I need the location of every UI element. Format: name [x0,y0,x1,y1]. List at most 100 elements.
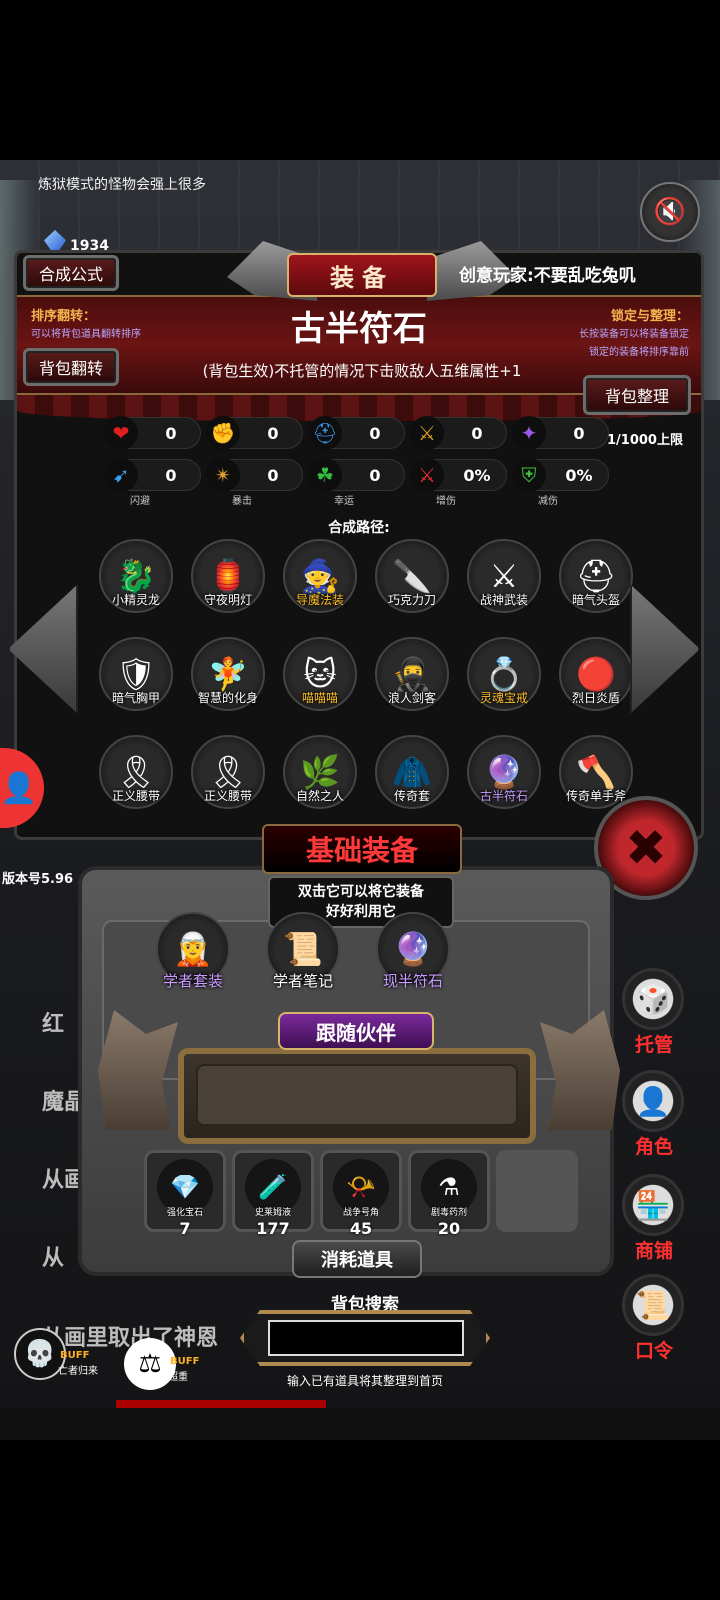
recipe-item-name: 巧克力刀 [387,593,436,607]
base-hint-line1: 双击它可以将它装备 [298,884,424,900]
side-menu-label: 口令 [634,1340,673,1362]
stat-value: 0 [267,466,279,485]
consumable-slot[interactable]: 💎 强化宝石 7 [144,1150,226,1238]
dodge-icon: ➹ [104,458,138,492]
crit-icon: ✴ [206,458,240,492]
buff-tag: BUFF [60,1350,90,1361]
recipe-item[interactable]: 🌿 自然之人 [277,735,363,821]
recipe-item[interactable]: 🔴 烈日炎盾 [553,637,639,723]
recipe-item[interactable]: ⚔ 战神武装 [461,539,547,625]
side-menu-label: 角色 [634,1136,673,1158]
consumable-count: 20 [437,1219,461,1238]
recipe-item-name: 小精灵龙 [111,593,160,607]
recipe-item[interactable]: 🧚 智慧的化身 [185,637,271,723]
consumable-slot[interactable] [496,1150,578,1232]
equipment-panel: 装备 创意玩家:不要乱吃兔叽 合成公式 排序翻转： 可以将背包道具翻转排序 背包… [14,241,704,840]
base-item-name: 学者笔记 [272,972,333,990]
recipe-item[interactable]: 💍 灵魂宝戒 [461,637,547,723]
recipe-item[interactable]: 🎗 正义腰带 [185,735,271,821]
version-label: 版本号5.96 [2,872,74,887]
consumable-count: 7 [179,1219,191,1238]
recipe-item[interactable]: 🏮 守夜明灯 [185,539,271,625]
side-menu-button[interactable]: 🎲 [622,968,684,1030]
recipe-path-label: 合成路径: [328,520,390,536]
stat-label: 幸运 [334,496,354,507]
synthesis-formula-button[interactable]: 合成公式 [23,255,119,291]
consumables-tab[interactable]: 消耗道具 [292,1240,422,1278]
recipe-item-name: 自然之人 [295,789,344,803]
recipe-item[interactable]: 🐉 小精灵龙 [93,539,179,625]
recipe-item-name: 战神武装 [479,593,528,607]
heart-icon: ❤ [104,416,138,450]
consumable-count: 45 [349,1219,373,1238]
stat-label: 闪避 [130,496,150,507]
side-menu-button[interactable]: 👤 [622,1070,684,1132]
player-name: 创意玩家:不要乱吃兔叽 [459,266,636,286]
base-item-name: 学者套装 [162,972,223,990]
recipe-item-name: 暗气头盔 [571,593,620,607]
recipe-item-name: 传奇套 [393,789,430,803]
recipe-item[interactable]: 🔪 巧克力刀 [369,539,455,625]
recipe-item[interactable]: 🐱 喵喵喵 [277,637,363,723]
stat-badge: ✴ 0 暴击 [206,458,303,507]
recipe-item-name: 导魔法装 [295,593,344,607]
bag-sort-button[interactable]: 背包整理 [583,375,691,415]
panel-title: 装备 [287,253,437,297]
close-icon: ✖ [625,819,667,877]
stat-value: 0 [267,424,279,443]
stat-value: 0 [471,424,483,443]
bag-search-input[interactable] [268,1320,464,1356]
recipe-item[interactable]: 🛡 暗气胸甲 [93,637,179,723]
recipe-item[interactable]: 🧙 导魔法装 [277,539,363,625]
companion-tab[interactable]: 跟随伙伴 [278,1012,434,1050]
game-screen: 炼狱模式的怪物会强上很多 🔇 1934 装备 创意玩家:不要乱吃兔叽 合成公式 … [0,160,720,1440]
stat-badge: ⚔ 0% 增伤 [410,458,507,507]
consumable-slot[interactable]: ⚗ 剧毒药剂 20 [408,1150,490,1238]
speaker-muted-icon: 🔇 [653,197,687,227]
recipe-item[interactable]: 🥷 浪人剑客 [369,637,455,723]
recipe-item-name: 正义腰带 [111,789,160,803]
recipe-item-name: 古半符石 [479,789,528,803]
bottom-bar [0,1408,720,1440]
bag-flip-button[interactable]: 背包翻转 [23,348,119,386]
buff-name: 亡者归来 [58,1366,98,1377]
recipe-item-name: 正义腰带 [203,789,252,803]
base-equipment-title: 基础装备 [262,824,462,874]
stat-badge: ⛑ 0 [308,416,405,450]
companion-slot-inner[interactable] [196,1064,518,1126]
base-item[interactable]: 🔮 现半符石 [370,912,456,998]
base-item[interactable]: 📜 学者笔记 [260,912,346,998]
mute-button[interactable]: 🔇 [640,182,700,242]
buff-name: 超重 [168,1372,188,1383]
helmet-icon: ⛑ [308,416,342,450]
consumable-slot[interactable]: 🧪 史莱姆液 177 [232,1150,314,1238]
health-bar [116,1400,326,1408]
side-menu-button[interactable]: 🏪 [622,1174,684,1236]
stat-label: 减伤 [538,496,558,507]
item-name: 古半符石 [291,309,427,349]
consumable-slot[interactable]: 📯 战争号角 45 [320,1150,402,1238]
stat-value: 0 [369,466,381,485]
recipe-item-name: 智慧的化身 [197,691,258,705]
recipe-item[interactable]: ⛑ 暗气头盔 [553,539,639,625]
strength-icon: ✊ [206,416,240,450]
stat-badge: ⛨ 0% 减伤 [512,458,609,507]
recipe-item[interactable]: 🔮 古半符石 [461,735,547,821]
stat-value: 0 [369,424,381,443]
log-line: 红 [42,1012,65,1037]
base-item-name: 现半符石 [382,972,443,990]
recipe-item-name: 喵喵喵 [301,691,338,705]
stat-value: 0 [165,466,177,485]
stat-value: 0 [573,424,585,443]
sword-icon: ⚔ [410,416,444,450]
base-item[interactable]: 🧝 学者套装 [150,912,236,998]
recipe-item-name: 暗气胸甲 [111,691,160,705]
consumable-name: 战争号角 [342,1208,379,1218]
side-menu-label: 托管 [634,1034,673,1056]
stat-badge: ⚔ 0 [410,416,507,450]
magic-icon: ✦ [512,416,546,450]
recipe-item[interactable]: 🎗 正义腰带 [93,735,179,821]
recipe-item[interactable]: 🧥 传奇套 [369,735,455,821]
stat-badge: ❤ 0 [104,416,201,450]
recipe-item-name: 守夜明灯 [203,593,252,607]
